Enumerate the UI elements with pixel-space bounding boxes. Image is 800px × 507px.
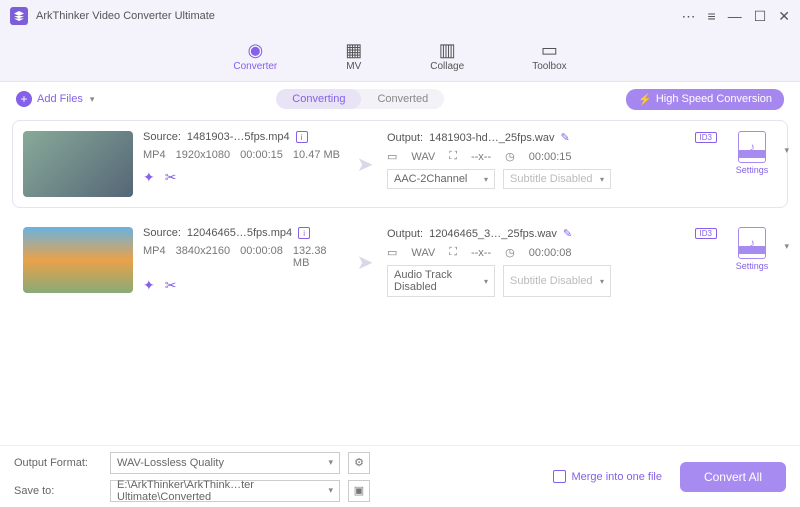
menu-icon[interactable]: ≡: [708, 8, 716, 24]
footer: Output Format: WAV-Lossless Quality▾ ⚙ S…: [0, 445, 800, 507]
tab-mv[interactable]: ▦MV: [345, 41, 362, 72]
chevron-down-icon: ▾: [90, 94, 95, 105]
merge-checkbox[interactable]: Merge into one file: [553, 470, 662, 483]
tab-converted[interactable]: Converted: [361, 89, 444, 109]
subbar: + Add Files ▾ Converting Converted High …: [0, 82, 800, 116]
film-icon: ▭: [387, 150, 397, 163]
output-column: Output: 12046465_3…_25fps.wav ✎ID3 ▭WAV⛶…: [387, 227, 717, 297]
status-segment: Converting Converted: [276, 89, 444, 109]
edit-icon[interactable]: ✦: [143, 169, 155, 186]
edit-icon[interactable]: ✦: [143, 277, 155, 294]
audio-select[interactable]: AAC-2Channel▾: [387, 169, 495, 189]
subtitle-select[interactable]: Subtitle Disabled▾: [503, 169, 611, 189]
save-to-label: Save to:: [14, 485, 102, 497]
output-format-select[interactable]: WAV-Lossless Quality▾: [110, 452, 340, 474]
audio-select[interactable]: Audio Track Disabled▾: [387, 265, 495, 297]
cut-icon[interactable]: ✂: [165, 277, 177, 294]
info-icon[interactable]: i: [298, 227, 310, 239]
tab-collage[interactable]: ▥Collage: [430, 41, 464, 72]
save-to-select[interactable]: E:\ArkThinker\ArkThink…ter Ultimate\Conv…: [110, 480, 340, 502]
app-title: ArkThinker Video Converter Ultimate: [36, 10, 215, 22]
cut-icon[interactable]: ✂: [165, 169, 177, 186]
arrow-icon: ➤: [353, 250, 377, 275]
close-icon[interactable]: ✕: [778, 8, 790, 25]
convert-all-button[interactable]: Convert All: [680, 462, 786, 492]
window-controls: ⋯ ≡ — ☐ ✕: [682, 8, 790, 25]
mv-icon: ▦: [345, 41, 362, 59]
arrow-icon: ➤: [353, 152, 377, 177]
main-tabs: ◉Converter ▦MV ▥Collage ▭Toolbox: [0, 32, 800, 82]
format-icon: ♪: [738, 227, 766, 259]
converter-icon: ◉: [247, 41, 263, 59]
minimize-icon[interactable]: —: [728, 8, 742, 24]
chevron-down-icon[interactable]: ▾: [784, 241, 789, 252]
expand-icon: ⛶: [449, 150, 457, 163]
format-settings[interactable]: ♪ Settings ▾: [727, 131, 777, 175]
format-icon: ♪: [738, 131, 766, 163]
maximize-icon[interactable]: ☐: [754, 8, 767, 25]
thumbnail[interactable]: [23, 227, 133, 293]
plus-icon: +: [16, 91, 32, 107]
app-icon: [10, 7, 28, 25]
film-icon: ▭: [387, 246, 397, 259]
rename-icon[interactable]: ✎: [563, 227, 572, 240]
file-list: Source: 1481903-…5fps.mp4 i MP41920x1080…: [0, 116, 800, 320]
titlebar: ArkThinker Video Converter Ultimate ⋯ ≡ …: [0, 0, 800, 32]
id3-button[interactable]: ID3: [695, 132, 717, 143]
tab-converting[interactable]: Converting: [276, 89, 361, 109]
feedback-icon[interactable]: ⋯: [682, 8, 696, 25]
info-icon[interactable]: i: [296, 131, 308, 143]
add-files-button[interactable]: + Add Files ▾: [16, 91, 94, 107]
format-settings-button[interactable]: ⚙: [348, 452, 370, 474]
toolbox-icon: ▭: [541, 41, 558, 59]
collage-icon: ▥: [439, 41, 456, 59]
rename-icon[interactable]: ✎: [560, 131, 569, 144]
id3-button[interactable]: ID3: [695, 228, 717, 239]
tab-toolbox[interactable]: ▭Toolbox: [532, 41, 566, 72]
source-column: Source: 12046465…5fps.mp4 i MP43840x2160…: [143, 227, 343, 294]
high-speed-button[interactable]: High Speed Conversion: [626, 89, 784, 110]
open-folder-button[interactable]: ▣: [348, 480, 370, 502]
output-column: Output: 1481903-hd…_25fps.wav ✎ID3 ▭WAV⛶…: [387, 131, 717, 189]
expand-icon: ⛶: [449, 246, 457, 259]
list-item: Source: 1481903-…5fps.mp4 i MP41920x1080…: [12, 120, 788, 208]
tab-converter[interactable]: ◉Converter: [233, 41, 277, 72]
list-item: Source: 12046465…5fps.mp4 i MP43840x2160…: [12, 216, 788, 308]
output-format-label: Output Format:: [14, 457, 102, 469]
clock-icon: ◷: [505, 246, 515, 259]
checkbox-icon: [553, 470, 566, 483]
clock-icon: ◷: [505, 150, 515, 163]
subtitle-select[interactable]: Subtitle Disabled▾: [503, 265, 611, 297]
source-column: Source: 1481903-…5fps.mp4 i MP41920x1080…: [143, 131, 343, 186]
chevron-down-icon[interactable]: ▾: [784, 145, 789, 156]
format-settings[interactable]: ♪ Settings ▾: [727, 227, 777, 271]
thumbnail[interactable]: [23, 131, 133, 197]
